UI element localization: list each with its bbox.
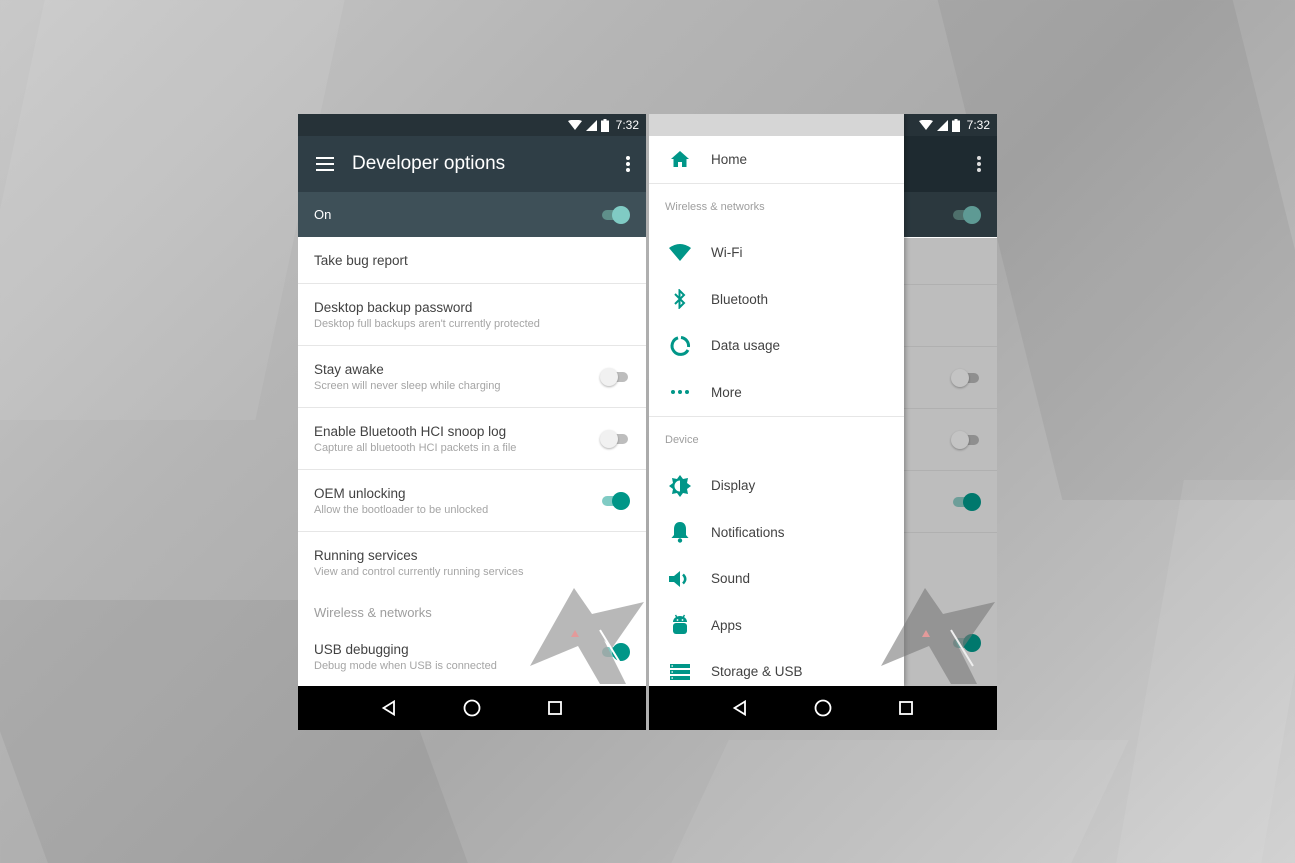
drawer-item-bluetooth[interactable]: Bluetooth: [649, 276, 904, 323]
home-icon: [671, 151, 689, 168]
recents-icon: [547, 701, 562, 715]
wifi-icon: [669, 244, 691, 262]
more-vert-icon: [977, 156, 981, 172]
item-title: Running services: [314, 547, 418, 563]
background-facet: [0, 0, 345, 420]
background-facet: [1116, 480, 1295, 863]
page-title: Developer options: [352, 153, 506, 174]
drawer-item-wifi[interactable]: Wi-Fi: [649, 230, 904, 277]
back-icon: [382, 700, 396, 716]
status-time: 7:32: [966, 118, 990, 132]
list-item-oem-unlocking[interactable]: OEM unlocking Allow the bootloader to be …: [298, 470, 646, 532]
drawer-item-label: Sound: [711, 571, 751, 587]
list-item-desktop-backup-password[interactable]: Desktop backup password Desktop full back…: [298, 284, 646, 346]
item-summary: Allow the bootloader to be unlocked: [314, 503, 489, 516]
stay-awake-toggle: [951, 368, 981, 388]
cell-signal-icon: [936, 119, 948, 131]
storage-icon: [670, 663, 690, 680]
status-bar: 7:32: [298, 114, 646, 136]
home-circle-icon: [463, 699, 481, 717]
drawer-item-label: Data usage: [711, 338, 781, 354]
oem-unlocking-toggle[interactable]: [600, 491, 630, 511]
recents-button[interactable]: [894, 696, 918, 720]
back-button[interactable]: [728, 696, 752, 720]
list-item-running-services[interactable]: Running services View and control current…: [298, 532, 646, 593]
background-facet: [671, 740, 1129, 863]
list-item-stay-awake[interactable]: Stay awake Screen will never sleep while …: [298, 346, 646, 408]
drawer-item-label: Apps: [711, 617, 742, 633]
cell-signal-icon: [585, 119, 597, 131]
toolbar: Developer options: [298, 136, 646, 192]
item-title: USB debugging: [314, 642, 409, 657]
stay-awake-toggle[interactable]: [600, 367, 630, 387]
drawer-item-label: Display: [711, 478, 756, 494]
status-time: 7:32: [615, 118, 639, 132]
data-usage-icon: [670, 335, 691, 356]
battery-icon: [600, 118, 609, 132]
volume-icon: [669, 570, 687, 587]
drawer-item-data-usage[interactable]: Data usage: [649, 323, 904, 370]
drawer-item-notifications[interactable]: Notifications: [649, 509, 904, 556]
wifi-signal-icon: [918, 119, 933, 130]
wifi-signal-icon: [567, 119, 582, 130]
list-item-bluetooth-hci-snoop-log[interactable]: Enable Bluetooth HCI snoop log Capture al…: [298, 408, 646, 470]
drawer-item-display[interactable]: Display: [649, 463, 904, 510]
item-title: Take bug report: [314, 252, 408, 268]
back-button[interactable]: [377, 696, 401, 720]
overflow-menu-button[interactable]: [610, 156, 646, 172]
oem-unlocking-toggle: [951, 492, 981, 512]
bluetooth-hci-toggle: [951, 430, 981, 450]
item-summary: View and control currently running servi…: [314, 565, 524, 578]
item-title: Enable Bluetooth HCI snoop log: [314, 423, 507, 439]
drawer-item-label: Storage & USB: [711, 664, 803, 680]
drawer-item-home[interactable]: Home: [649, 136, 904, 183]
item-summary: Debug mode when USB is connected: [314, 660, 497, 672]
bluetooth-hci-toggle[interactable]: [600, 429, 630, 449]
drawer-item-more[interactable]: More: [649, 369, 904, 416]
list-item-take-bug-report[interactable]: Take bug report: [298, 237, 646, 284]
overflow-menu-button[interactable]: [961, 156, 997, 172]
item-summary: Desktop full backups aren't currently pr…: [314, 317, 540, 330]
item-title: Desktop backup password: [314, 299, 473, 315]
drawer-item-sound[interactable]: Sound: [649, 556, 904, 603]
master-toggle[interactable]: [951, 205, 981, 225]
navigation-bar: [298, 686, 646, 730]
drawer-status-area: [649, 114, 904, 136]
home-circle-icon: [814, 699, 832, 717]
item-title: OEM unlocking: [314, 485, 406, 501]
drawer-item-label: Wi-Fi: [711, 245, 743, 261]
drawer-item-apps[interactable]: Apps: [649, 602, 904, 649]
master-switch-bar[interactable]: On: [298, 192, 646, 237]
more-horiz-icon: [671, 390, 689, 395]
master-toggle[interactable]: [600, 205, 630, 225]
recents-icon: [898, 701, 913, 715]
navigation-drawer: Home Wireless & networks Wi-Fi Bluetooth…: [649, 114, 904, 686]
home-button[interactable]: [811, 696, 835, 720]
bell-icon: [671, 522, 689, 543]
watermark-logo: [530, 588, 644, 684]
menu-button[interactable]: [298, 157, 352, 171]
battery-icon: [951, 118, 960, 132]
drawer-item-label: Bluetooth: [711, 291, 769, 307]
item-title: Stay awake: [314, 361, 384, 377]
drawer-item-label: Home: [711, 151, 748, 167]
drawer-section-header: Wireless & networks: [665, 200, 765, 213]
home-button[interactable]: [460, 696, 484, 720]
recents-button[interactable]: [543, 696, 567, 720]
master-switch-label: On: [314, 207, 332, 222]
navigation-bar: [649, 686, 997, 730]
bluetooth-icon: [674, 289, 686, 310]
android-icon: [673, 614, 687, 635]
drawer-item-label: Notifications: [711, 524, 785, 540]
back-icon: [733, 700, 747, 716]
item-summary: Capture all bluetooth HCI packets in a f…: [314, 441, 517, 454]
drawer-item-label: More: [711, 384, 742, 400]
watermark-logo: [881, 588, 995, 684]
more-vert-icon: [626, 156, 630, 172]
drawer-section-header: Device: [665, 433, 699, 446]
hamburger-icon: [316, 157, 334, 171]
brightness-icon: [669, 474, 691, 497]
item-summary: Screen will never sleep while charging: [314, 379, 501, 392]
